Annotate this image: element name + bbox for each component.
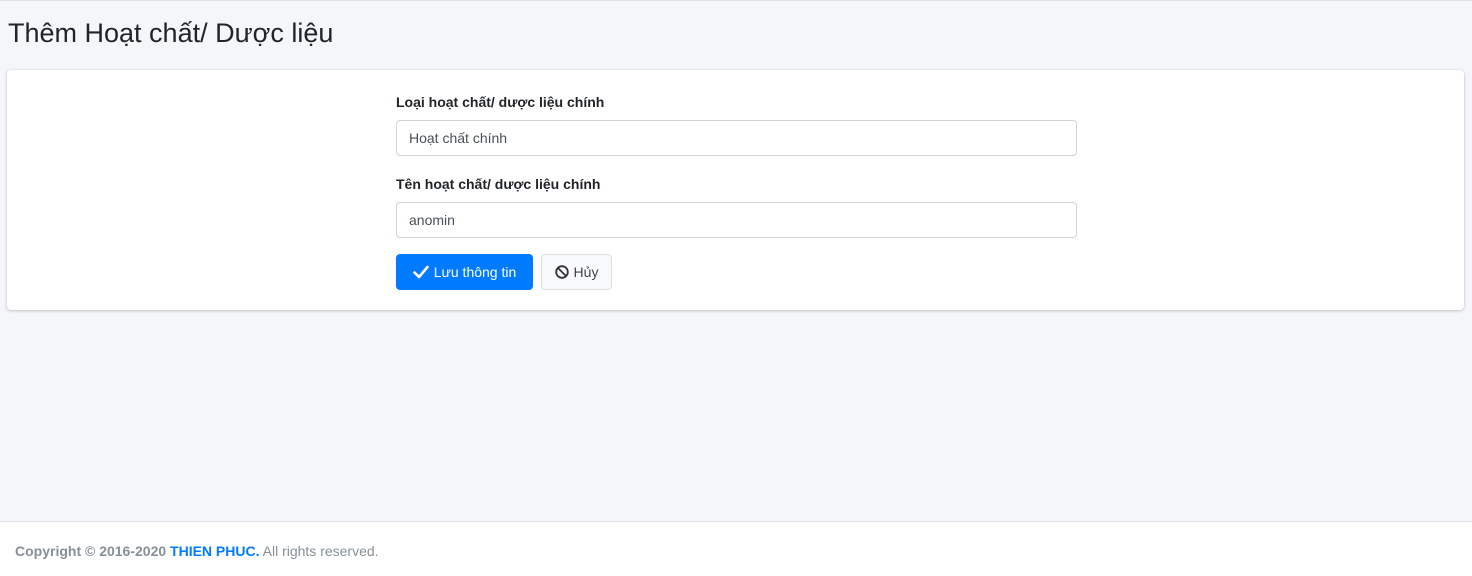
substance-name-label: Tên hoạt chất/ dược liệu chính xyxy=(396,176,601,192)
save-button[interactable]: Lưu thông tin xyxy=(396,254,533,290)
cancel-button[interactable]: Hủy xyxy=(541,254,612,290)
save-button-label: Lưu thông tin xyxy=(433,264,517,280)
top-border xyxy=(0,0,1472,1)
ban-icon xyxy=(554,265,569,279)
footer-copyright: Copyright © 2016-2020 THIEN PHUC. All ri… xyxy=(15,543,379,559)
form-card: Loại hoạt chất/ dược liệu chính Tên hoạt… xyxy=(7,70,1464,310)
cancel-button-label: Hủy xyxy=(573,264,599,280)
substance-type-label: Loại hoạt chất/ dược liệu chính xyxy=(396,94,605,110)
copyright-text: Copyright © 2016-2020 xyxy=(15,543,167,559)
substance-type-input[interactable] xyxy=(396,120,1077,156)
page-title: Thêm Hoạt chất/ Dược liệu xyxy=(8,18,334,48)
rights-text: All rights reserved. xyxy=(262,543,379,559)
substance-name-input[interactable] xyxy=(396,202,1077,238)
check-icon xyxy=(412,265,429,279)
company-link[interactable]: THIEN PHUC. xyxy=(170,543,259,559)
footer: Copyright © 2016-2020 THIEN PHUC. All ri… xyxy=(0,521,1472,576)
